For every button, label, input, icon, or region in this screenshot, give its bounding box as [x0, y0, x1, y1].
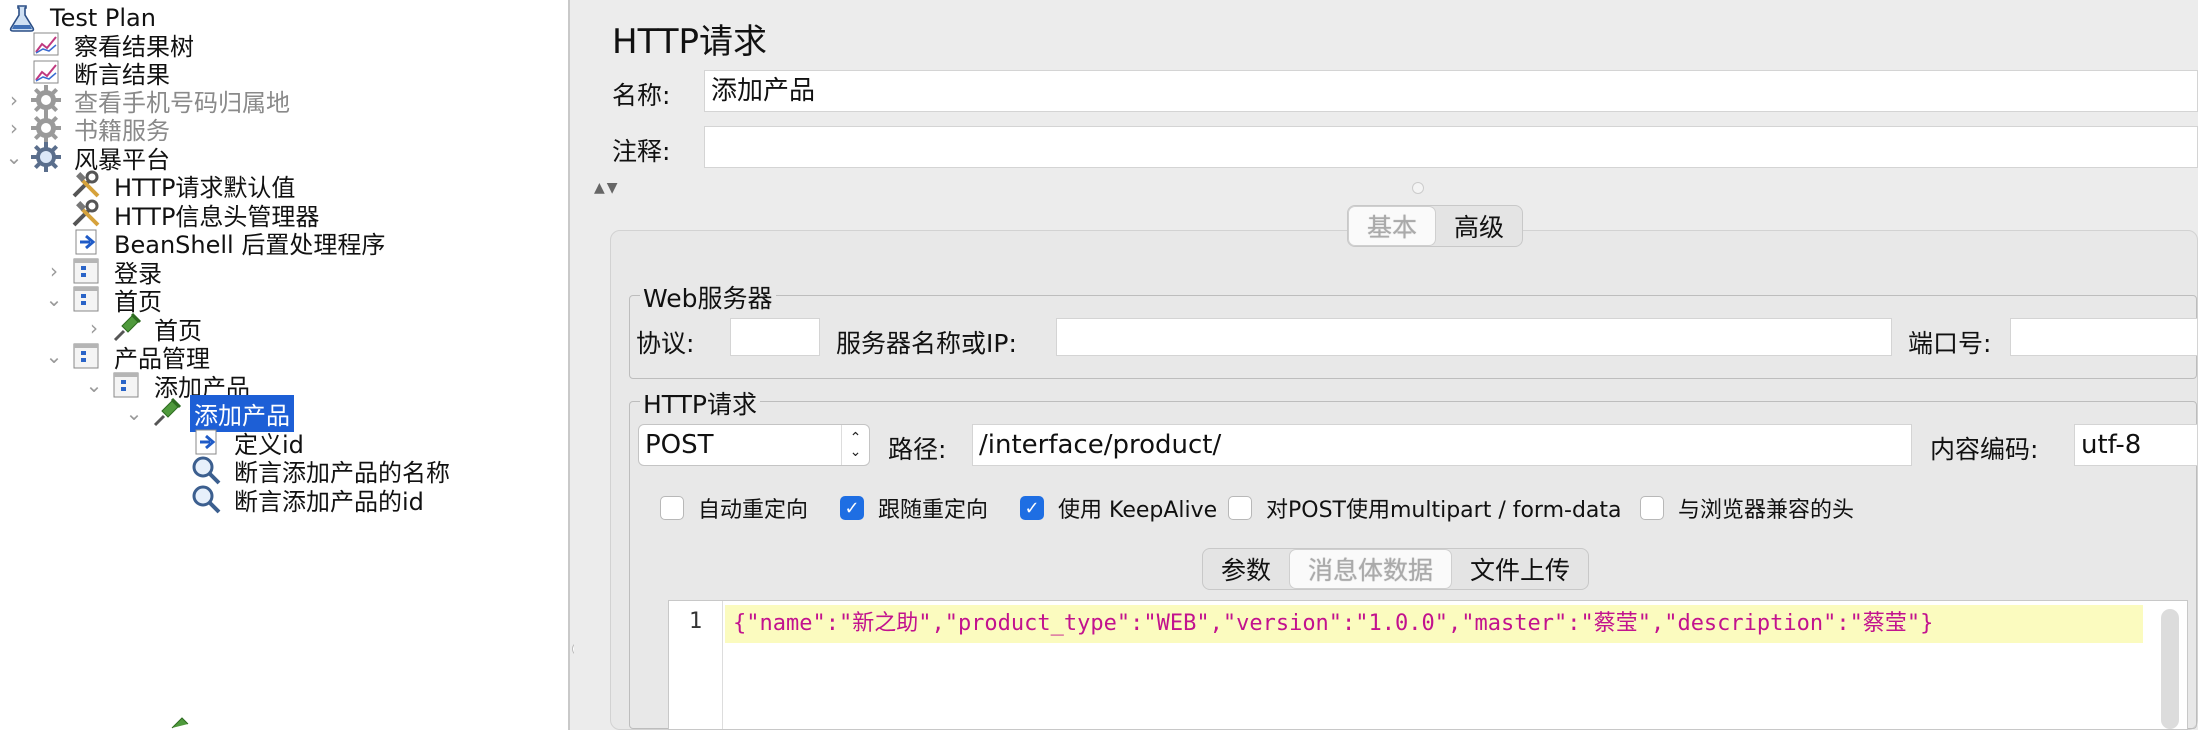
panel-title: HTTP请求 — [612, 22, 768, 62]
path-field[interactable]: /interface/product/ — [972, 424, 1912, 466]
comment-label: 注释: — [612, 137, 671, 166]
body-tabs: 参数 消息体数据 文件上传 — [1202, 548, 1590, 590]
collapse-arrows-icon[interactable]: ▲▼ — [594, 180, 620, 196]
chevron-down-icon[interactable]: ⌄ — [44, 338, 64, 374]
http-request-panel: HTTP请求 名称: 添加产品 注释: ▲▼ 基本 高级 Web服务器 协议: … — [574, 0, 2198, 730]
config-tabs: 基本 高级 — [1347, 205, 1524, 247]
tab-basic[interactable]: 基本 — [1348, 206, 1437, 246]
checkbox-box[interactable] — [660, 496, 684, 520]
checkmark-icon[interactable]: ✓ — [840, 496, 864, 520]
port-field[interactable] — [2010, 318, 2198, 356]
path-label: 路径: — [888, 435, 947, 464]
tab-body-data[interactable]: 消息体数据 — [1289, 549, 1453, 589]
encoding-label: 内容编码: — [1930, 435, 2039, 464]
sampler-icon — [148, 395, 184, 431]
checkbox-box[interactable] — [1228, 496, 1252, 520]
body-editor[interactable]: 1 {"name":"新之助","product_type":"WEB","ve… — [668, 600, 2188, 730]
test-plan-tree[interactable]: Test Plan 察看结果树 断言结果 › 查看手机号码归属地 › 书籍服务 … — [0, 0, 570, 730]
magnifier-icon — [188, 481, 224, 517]
web-server-group: Web服务器 协议: 服务器名称或IP: 端口号: — [629, 279, 2198, 379]
checkbox-box[interactable] — [1640, 496, 1664, 520]
checkmark-icon[interactable]: ✓ — [1020, 496, 1044, 520]
method-select[interactable]: POST ⌃ ⌄ — [638, 424, 870, 466]
checkbox-auto-redirect[interactable]: 自动重定向 — [660, 492, 808, 524]
gear-icon — [28, 139, 64, 175]
encoding-field[interactable]: utf-8 — [2074, 424, 2198, 466]
spinner-arrows-icon: ⌃ ⌄ — [841, 425, 869, 465]
checkbox-keepalive[interactable]: ✓ 使用 KeepAlive — [1020, 492, 1217, 524]
http-request-title: HTTP请求 — [640, 385, 760, 421]
name-label: 名称: — [612, 81, 671, 110]
chevron-down-icon[interactable]: ⌄ — [84, 367, 104, 403]
body-json-text[interactable]: {"name":"新之助","product_type":"WEB","vers… — [725, 605, 2143, 643]
server-field[interactable] — [1056, 318, 1892, 356]
name-field[interactable]: 添加产品 — [704, 70, 2198, 112]
checkbox-follow-redirect[interactable]: ✓ 跟随重定向 — [840, 492, 988, 524]
protocol-label: 协议: — [636, 329, 695, 358]
line-number: 1 — [669, 601, 723, 729]
tab-parameters[interactable]: 参数 — [1203, 549, 1289, 589]
sampler-icon — [170, 712, 194, 730]
checkbox-browser-headers[interactable]: 与浏览器兼容的头 — [1640, 492, 1854, 524]
editor-scrollbar[interactable] — [2161, 609, 2179, 729]
chevron-down-icon[interactable]: ⌄ — [44, 281, 64, 317]
server-label: 服务器名称或IP: — [836, 329, 1017, 358]
tree-node-assert-product-id[interactable]: 断言添加产品的id — [188, 481, 428, 517]
protocol-field[interactable] — [730, 318, 820, 356]
web-server-title: Web服务器 — [640, 279, 776, 315]
chevron-down-icon[interactable]: ⌄ — [4, 139, 24, 175]
port-label: 端口号: — [1908, 329, 1992, 358]
tab-advanced[interactable]: 高级 — [1436, 206, 1522, 246]
splitter-handle[interactable] — [1412, 182, 1424, 194]
comment-field[interactable] — [704, 126, 2198, 168]
chevron-down-icon[interactable]: ⌄ — [124, 395, 144, 431]
tab-file-upload[interactable]: 文件上传 — [1452, 549, 1588, 589]
checkbox-multipart[interactable]: 对POST使用multipart / form-data — [1228, 492, 1622, 524]
